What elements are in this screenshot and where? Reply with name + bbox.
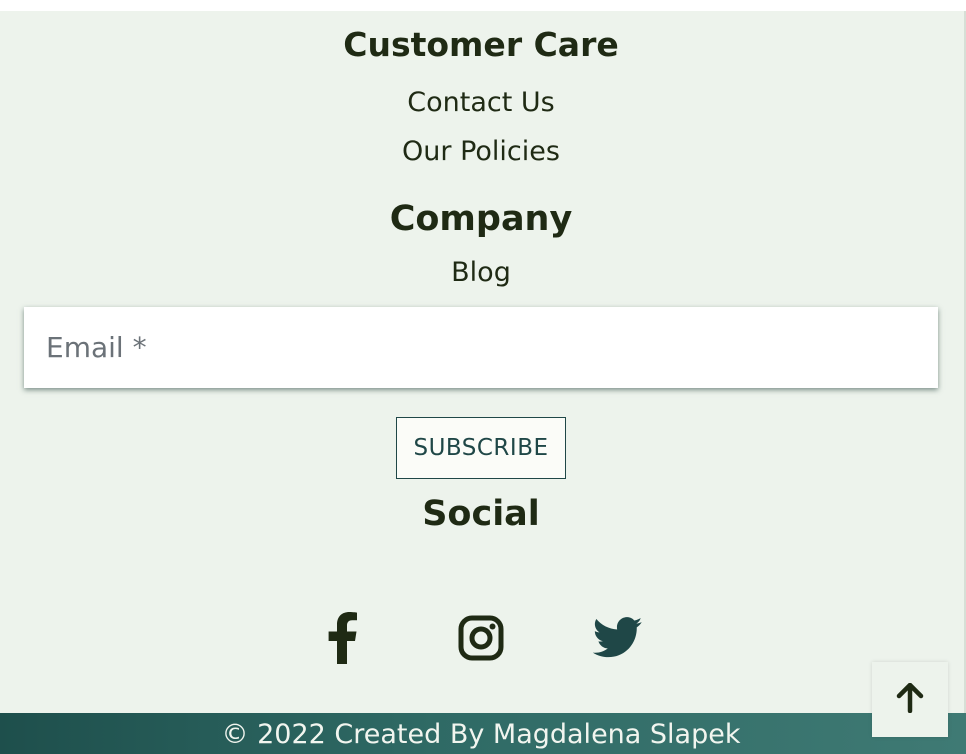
footer-panel: Customer Care Contact Us Our Policies Co… <box>0 11 966 713</box>
back-to-top-button[interactable] <box>872 662 948 737</box>
customer-care-heading: Customer Care <box>343 25 619 64</box>
instagram-icon[interactable] <box>454 611 508 665</box>
contact-us-link[interactable]: Contact Us <box>0 87 962 118</box>
our-policies-link[interactable]: Our Policies <box>0 136 962 167</box>
subscribe-button[interactable]: SUBSCRIBE <box>396 417 566 479</box>
copyright-text: © 2022 Created By Magdalena Slapek <box>221 719 741 750</box>
copyright-bar: © 2022 Created By Magdalena Slapek <box>0 713 966 754</box>
social-heading: Social <box>422 494 540 534</box>
facebook-icon[interactable] <box>316 611 370 665</box>
company-heading: Company <box>389 199 573 239</box>
twitter-icon[interactable] <box>591 611 645 665</box>
email-field[interactable] <box>24 307 938 388</box>
arrow-up-icon <box>896 682 924 717</box>
blog-link[interactable]: Blog <box>0 257 962 288</box>
